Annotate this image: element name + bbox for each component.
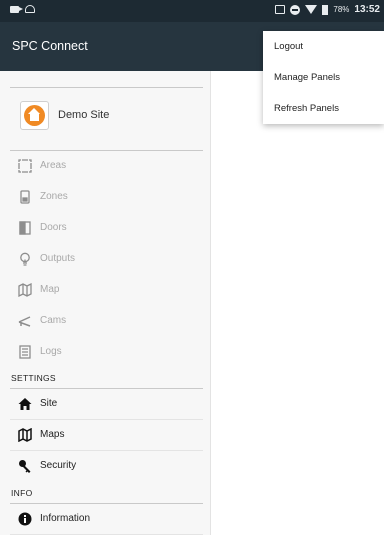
camera-icon	[18, 316, 31, 327]
settings-item-maps[interactable]: Maps	[10, 420, 203, 451]
settings-item-label: Site	[40, 398, 58, 409]
app-title: SPC Connect	[12, 39, 88, 53]
nav-item-label: Cams	[40, 315, 67, 326]
do-not-disturb-icon	[290, 4, 301, 15]
menu-item-label: Manage Panels	[274, 72, 341, 83]
info-item-information[interactable]: Information	[10, 504, 203, 535]
map-icon	[18, 428, 32, 442]
navigation-drawer: Demo Site Areas Zones Doors Outputs Map …	[0, 71, 211, 535]
logs-icon	[19, 345, 31, 359]
settings-item-label: Maps	[40, 429, 65, 440]
menu-item-logout[interactable]: Logout	[263, 31, 384, 62]
nav-item-label: Areas	[40, 160, 67, 171]
nav-item-zones[interactable]: Zones	[10, 182, 203, 213]
nav-item-cams[interactable]: Cams	[10, 306, 203, 337]
key-icon	[19, 460, 31, 473]
menu-item-label: Refresh Panels	[274, 103, 339, 114]
nav-item-outputs[interactable]: Outputs	[10, 244, 203, 275]
info-icon	[18, 512, 32, 526]
clock: 13:52	[354, 4, 380, 15]
nav-item-label: Logs	[40, 346, 62, 357]
nav-item-label: Map	[40, 284, 60, 295]
site-selector[interactable]: Demo Site	[10, 87, 203, 151]
home-icon	[18, 398, 32, 410]
nfc-icon	[275, 5, 286, 14]
areas-icon	[18, 159, 32, 173]
site-name: Demo Site	[58, 109, 110, 121]
settings-item-site[interactable]: Site	[10, 389, 203, 420]
settings-item-security[interactable]: Security	[10, 451, 203, 482]
settings-item-label: Security	[40, 460, 77, 471]
info-item-label: Information	[40, 513, 91, 524]
settings-section-header: SETTINGS	[11, 373, 56, 383]
battery-icon	[322, 4, 329, 15]
home-icon	[20, 101, 49, 130]
nav-item-label: Zones	[40, 191, 68, 202]
nav-item-map[interactable]: Map	[10, 275, 203, 306]
doors-icon	[19, 221, 31, 235]
nav-item-logs[interactable]: Logs	[10, 337, 203, 368]
nav-item-label: Doors	[40, 222, 67, 233]
map-icon	[18, 283, 32, 297]
status-bar: 78% 13:52	[0, 0, 384, 22]
nav-item-areas[interactable]: Areas	[10, 151, 203, 182]
wifi-icon	[305, 5, 318, 14]
menu-item-refresh-panels[interactable]: Refresh Panels	[263, 93, 384, 124]
overflow-menu: Logout Manage Panels Refresh Panels	[263, 31, 384, 124]
menu-item-label: Logout	[274, 41, 304, 52]
video-notification-icon	[10, 5, 23, 13]
battery-percent: 78%	[333, 5, 350, 14]
zones-icon	[20, 190, 30, 204]
android-notification-icon	[25, 5, 35, 13]
info-section-header: INFO	[11, 488, 33, 498]
nav-item-label: Outputs	[40, 253, 76, 264]
nav-item-doors[interactable]: Doors	[10, 213, 203, 244]
bulb-icon	[20, 252, 30, 266]
menu-item-manage-panels[interactable]: Manage Panels	[263, 62, 384, 93]
